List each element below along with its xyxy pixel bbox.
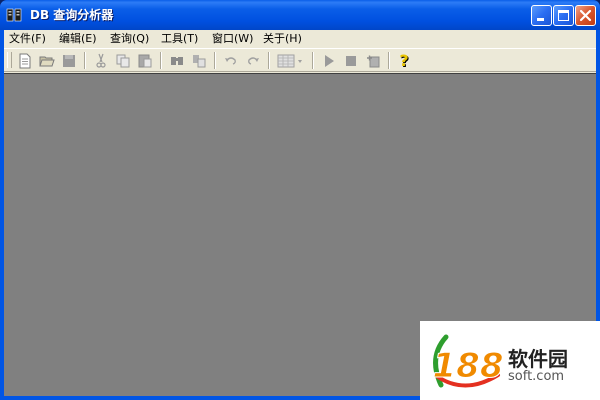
help-icon: ? ? [399, 52, 409, 70]
maximize-button[interactable] [553, 5, 574, 26]
copy-icon [116, 54, 130, 68]
help-button[interactable]: ? ? [396, 52, 414, 70]
menu-query[interactable]: 查询(Q) [110, 31, 149, 46]
find-button[interactable] [168, 52, 186, 70]
minimize-icon [537, 18, 544, 21]
menu-window[interactable]: 窗口(W) [212, 31, 253, 46]
results-mode-dropdown[interactable] [276, 52, 306, 70]
menu-tools[interactable]: 工具(T) [161, 31, 198, 46]
close-icon [579, 9, 592, 22]
menu-edit[interactable]: 编辑(E) [59, 31, 97, 46]
open-button[interactable] [38, 52, 56, 70]
stop-icon [346, 56, 356, 66]
toolbar-separator [388, 52, 390, 69]
open-folder-icon [39, 56, 55, 67]
toolbar-separator [214, 52, 216, 69]
undo-icon [225, 57, 236, 65]
toolbar-separator [160, 52, 162, 69]
parse-query-icon [367, 55, 380, 68]
save-button[interactable] [60, 52, 78, 70]
stop-button[interactable] [342, 52, 360, 70]
svg-text:?: ? [399, 52, 408, 70]
site-logo-icon: 188 [432, 334, 504, 388]
site-domain: soft.com [508, 369, 565, 384]
site-name: 软件园 [508, 347, 568, 371]
logo-number: 188 [433, 346, 504, 386]
paste-icon [138, 54, 152, 68]
toolbar-grip[interactable] [7, 52, 12, 68]
minimize-button[interactable] [531, 5, 552, 26]
toolbar: ? ? [4, 48, 596, 72]
save-icon [63, 55, 75, 67]
site-watermark: 188 软件园 soft.com [420, 321, 600, 400]
replace-button[interactable] [190, 52, 208, 70]
paste-button[interactable] [136, 52, 154, 70]
new-query-icon [19, 53, 31, 69]
replace-icon [193, 55, 206, 68]
find-icon [171, 57, 183, 65]
maximize-icon [558, 10, 569, 21]
menu-file[interactable]: 文件(F) [9, 31, 46, 46]
database-app-icon[interactable] [6, 7, 22, 23]
execute-icon [325, 55, 334, 67]
new-query-button[interactable] [16, 52, 34, 70]
toolbar-separator [312, 52, 314, 69]
redo-icon [248, 57, 259, 65]
title-bar[interactable]: DB 查询分析器 [0, 0, 600, 30]
close-button[interactable] [575, 5, 596, 26]
toolbar-separator [84, 52, 86, 69]
redo-button[interactable] [244, 52, 262, 70]
parse-query-button[interactable] [364, 52, 382, 70]
menu-bar: 文件(F) 编辑(E) 查询(Q) 工具(T) 窗口(W) 关于(H) [4, 30, 596, 47]
execute-button[interactable] [320, 52, 338, 70]
cut-icon [96, 53, 106, 68]
copy-button[interactable] [114, 52, 132, 70]
toolbar-separator [268, 52, 270, 69]
menu-about[interactable]: 关于(H) [263, 31, 302, 46]
window-title: DB 查询分析器 [30, 8, 114, 22]
cut-button[interactable] [92, 52, 110, 70]
results-grid-icon [277, 54, 302, 68]
undo-button[interactable] [222, 52, 240, 70]
